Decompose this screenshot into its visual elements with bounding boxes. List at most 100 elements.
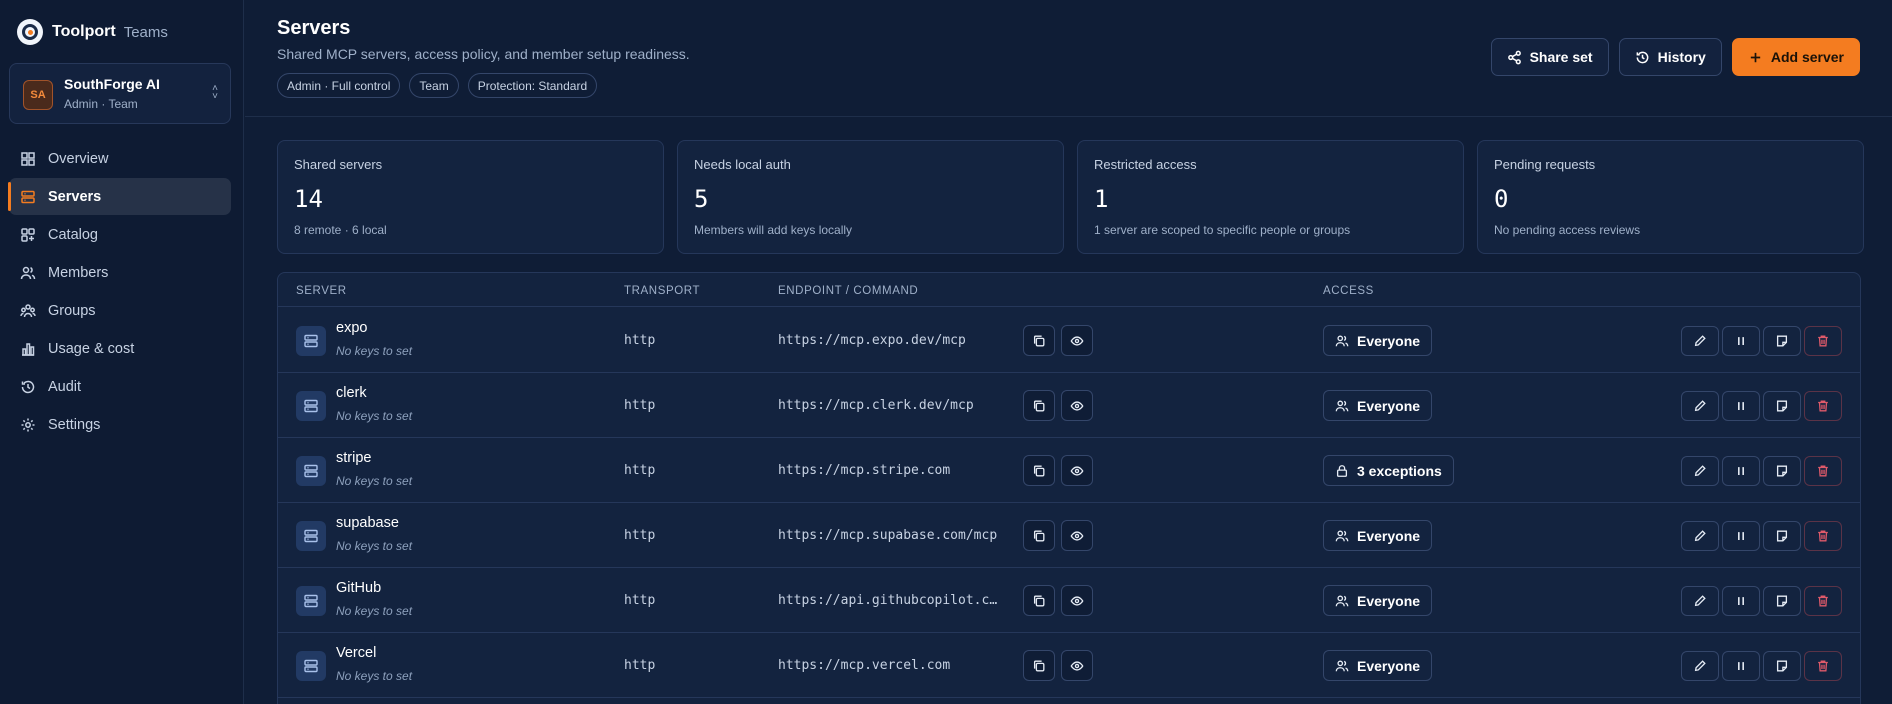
access-badge[interactable]: Everyone bbox=[1323, 325, 1433, 356]
server-icon bbox=[21, 190, 35, 203]
sidebar-item-catalog[interactable]: Catalog bbox=[9, 216, 231, 253]
table-row[interactable]: supabase No keys to set http https://mcp… bbox=[278, 503, 1860, 568]
access-badge[interactable]: Everyone bbox=[1323, 520, 1433, 551]
access-badge[interactable]: Everyone bbox=[1323, 390, 1433, 421]
sidebar-item-members[interactable]: Members bbox=[9, 254, 231, 291]
copy-icon bbox=[1032, 464, 1046, 478]
note-server-button[interactable] bbox=[1763, 521, 1801, 551]
column-header-server[interactable]: SERVER bbox=[296, 285, 347, 297]
endpoint-value: https://mcp.stripe.com bbox=[778, 463, 951, 478]
copy-endpoint-button[interactable] bbox=[1023, 455, 1055, 486]
column-header-access[interactable]: ACCESS bbox=[1323, 285, 1374, 297]
edit-server-button[interactable] bbox=[1681, 456, 1719, 486]
edit-server-button[interactable] bbox=[1681, 391, 1719, 421]
edit-server-button[interactable] bbox=[1681, 326, 1719, 356]
org-switcher[interactable]: SA SouthForge AI Admin · Team ˄ ˅ bbox=[9, 63, 231, 124]
brand[interactable]: Toolport Teams bbox=[17, 19, 168, 45]
access-badge[interactable]: 3 exceptions bbox=[1323, 455, 1454, 486]
delete-server-button[interactable] bbox=[1804, 586, 1842, 616]
server-name[interactable]: stripe bbox=[336, 450, 371, 466]
delete-server-button[interactable] bbox=[1804, 651, 1842, 681]
server-name[interactable]: supabase bbox=[336, 515, 399, 531]
share-set-button[interactable]: Share set bbox=[1490, 38, 1609, 76]
pause-server-button[interactable] bbox=[1722, 326, 1760, 356]
stat-value: 1 bbox=[1094, 185, 1109, 213]
pencil-icon bbox=[1693, 334, 1707, 348]
note-server-button[interactable] bbox=[1763, 391, 1801, 421]
sidebar-item-audit[interactable]: Audit bbox=[9, 368, 231, 405]
add-server-button[interactable]: Add server bbox=[1731, 38, 1860, 76]
copy-icon bbox=[1032, 594, 1046, 608]
edit-server-button[interactable] bbox=[1681, 586, 1719, 616]
note-server-button[interactable] bbox=[1763, 456, 1801, 486]
stat-label: Pending requests bbox=[1494, 157, 1596, 172]
reveal-endpoint-button[interactable] bbox=[1061, 585, 1093, 616]
pause-server-button[interactable] bbox=[1722, 456, 1760, 486]
sidebar-item-label: Settings bbox=[48, 416, 101, 433]
sidebar-item-usage[interactable]: Usage & cost bbox=[9, 330, 231, 367]
server-name[interactable]: Vercel bbox=[336, 645, 376, 661]
table-row[interactable]: GitHub No keys to set http https://api.g… bbox=[278, 568, 1860, 633]
table-row[interactable]: Vercel No keys to set http https://mcp.v… bbox=[278, 633, 1860, 698]
delete-server-button[interactable] bbox=[1804, 456, 1842, 486]
access-badge[interactable]: Everyone bbox=[1323, 650, 1433, 681]
reveal-endpoint-button[interactable] bbox=[1061, 325, 1093, 356]
catalog-icon bbox=[21, 227, 35, 242]
sidebar-item-servers[interactable]: Servers bbox=[8, 178, 231, 215]
server-name[interactable]: GitHub bbox=[336, 580, 381, 596]
share-icon bbox=[1507, 50, 1521, 64]
note-icon bbox=[1775, 334, 1789, 348]
reveal-endpoint-button[interactable] bbox=[1061, 650, 1093, 681]
copy-endpoint-button[interactable] bbox=[1023, 520, 1055, 551]
server-name[interactable]: clerk bbox=[336, 385, 367, 401]
access-label: Everyone bbox=[1357, 657, 1421, 674]
edit-server-button[interactable] bbox=[1681, 651, 1719, 681]
delete-server-button[interactable] bbox=[1804, 521, 1842, 551]
share-set-label: Share set bbox=[1529, 49, 1593, 65]
pause-server-button[interactable] bbox=[1722, 651, 1760, 681]
copy-endpoint-button[interactable] bbox=[1023, 325, 1055, 356]
column-header-transport[interactable]: TRANSPORT bbox=[624, 285, 700, 297]
table-row[interactable]: clerk No keys to set http https://mcp.cl… bbox=[278, 373, 1860, 438]
users-icon bbox=[1335, 594, 1349, 608]
copy-icon bbox=[1032, 334, 1046, 348]
history-label: History bbox=[1657, 49, 1706, 65]
server-name[interactable]: expo bbox=[336, 320, 367, 336]
delete-server-button[interactable] bbox=[1804, 391, 1842, 421]
reveal-endpoint-button[interactable] bbox=[1061, 520, 1093, 551]
stat-label: Needs local auth bbox=[694, 157, 791, 172]
history-button[interactable]: History bbox=[1618, 38, 1722, 76]
copy-endpoint-button[interactable] bbox=[1023, 585, 1055, 616]
note-icon bbox=[1775, 659, 1789, 673]
edit-server-button[interactable] bbox=[1681, 521, 1719, 551]
users-icon bbox=[1335, 529, 1349, 543]
reveal-endpoint-button[interactable] bbox=[1061, 455, 1093, 486]
eye-icon bbox=[1070, 594, 1084, 608]
server-keys-status: No keys to set bbox=[336, 474, 413, 488]
sidebar-item-settings[interactable]: Settings bbox=[9, 406, 231, 443]
trash-icon bbox=[1816, 529, 1830, 543]
access-badge[interactable]: Everyone bbox=[1323, 585, 1433, 616]
eye-icon bbox=[1070, 529, 1084, 543]
history-icon bbox=[1636, 51, 1648, 63]
delete-server-button[interactable] bbox=[1804, 326, 1842, 356]
access-label: Everyone bbox=[1357, 397, 1421, 414]
column-header-endpoint[interactable]: ENDPOINT / COMMAND bbox=[778, 285, 918, 297]
note-server-button[interactable] bbox=[1763, 326, 1801, 356]
pause-server-button[interactable] bbox=[1722, 586, 1760, 616]
table-header: SERVER TRANSPORT ENDPOINT / COMMAND ACCE… bbox=[278, 273, 1860, 307]
note-server-button[interactable] bbox=[1763, 651, 1801, 681]
sidebar-item-overview[interactable]: Overview bbox=[9, 140, 231, 177]
trash-icon bbox=[1816, 399, 1830, 413]
pause-server-button[interactable] bbox=[1722, 391, 1760, 421]
copy-endpoint-button[interactable] bbox=[1023, 390, 1055, 421]
table-row[interactable]: expo No keys to set http https://mcp.exp… bbox=[278, 308, 1860, 373]
history-icon bbox=[21, 380, 35, 393]
table-row[interactable]: stripe No keys to set http https://mcp.s… bbox=[278, 438, 1860, 503]
reveal-endpoint-button[interactable] bbox=[1061, 390, 1093, 421]
sidebar-item-groups[interactable]: Groups bbox=[9, 292, 231, 329]
copy-endpoint-button[interactable] bbox=[1023, 650, 1055, 681]
note-server-button[interactable] bbox=[1763, 586, 1801, 616]
pause-server-button[interactable] bbox=[1722, 521, 1760, 551]
eye-icon bbox=[1070, 659, 1084, 673]
